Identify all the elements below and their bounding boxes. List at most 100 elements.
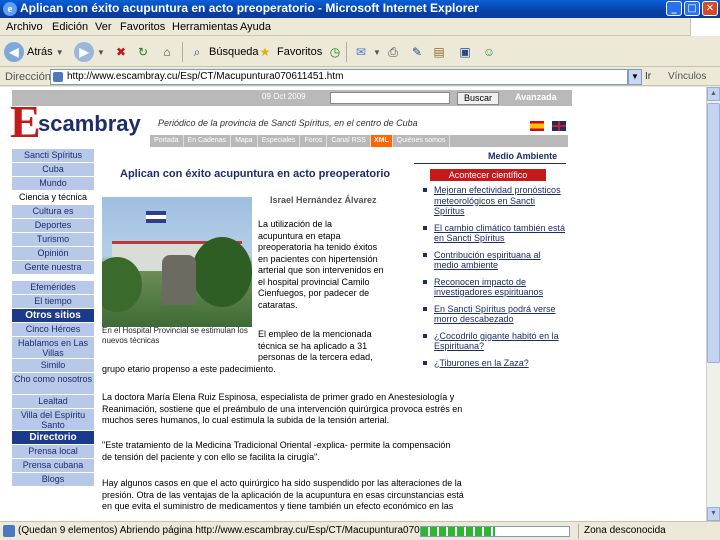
- sidebar-item-hablamos[interactable]: Hablamos en Las Villas: [12, 337, 94, 359]
- menu-archivo[interactable]: Archivo: [6, 21, 43, 33]
- menu-ver[interactable]: Ver: [95, 21, 112, 33]
- sidebar-item-prensa-local[interactable]: Prensa local: [12, 445, 94, 459]
- close-button[interactable]: ✕: [702, 1, 718, 16]
- article-paragraph-2-end: grupo etario propenso a este padecimient…: [102, 364, 276, 374]
- minimize-button[interactable]: _: [666, 1, 682, 16]
- site-logo[interactable]: scambray: [38, 111, 141, 137]
- links-button[interactable]: Vínculos: [668, 71, 706, 82]
- history-icon: ◷: [329, 45, 341, 59]
- scroll-thumb[interactable]: [707, 103, 720, 363]
- related-link[interactable]: Contribución espirituana al medio ambien…: [420, 250, 566, 271]
- related-link[interactable]: ¿Tiburones en la Zaza?: [420, 358, 566, 369]
- forward-dropdown-icon[interactable]: ▼: [97, 48, 105, 57]
- back-arrow-icon: ◀: [4, 42, 24, 62]
- menu-edicion[interactable]: Edición: [52, 21, 88, 33]
- article-author: Israel Hernández Álvarez: [270, 195, 377, 205]
- research-button[interactable]: ▣: [456, 41, 474, 63]
- text-line: La utilización de la: [258, 219, 333, 229]
- article-title: Aplican con éxito acupuntura en acto pre…: [120, 168, 391, 180]
- related-links: Mejoran efectividad pronósticos meteorol…: [420, 185, 566, 374]
- related-link[interactable]: En Sancti Spíritus podrá verse morro des…: [420, 304, 566, 325]
- stop-button[interactable]: ✖: [112, 41, 130, 63]
- sidebar-item-prensa-cubana[interactable]: Prensa cubana: [12, 459, 94, 473]
- menu-herramientas[interactable]: Herramientas: [172, 21, 238, 33]
- nav-portada[interactable]: Portada: [150, 135, 184, 147]
- nav-xml-badge[interactable]: XML: [370, 135, 393, 147]
- edit-button[interactable]: ✎: [408, 41, 426, 63]
- related-link[interactable]: Reconocen impacto de investigadores espi…: [420, 277, 566, 298]
- home-button[interactable]: ⌂: [158, 41, 176, 63]
- english-flag-icon[interactable]: [552, 121, 566, 131]
- go-button[interactable]: Ir: [645, 71, 651, 82]
- sidebar-item-cuba[interactable]: Cuba: [12, 163, 94, 177]
- title-bar: e Aplican con éxito acupuntura en acto p…: [0, 0, 720, 18]
- sidebar-item-similo[interactable]: Similo: [12, 359, 94, 373]
- note-icon: ▤: [433, 45, 445, 59]
- sidebar-item-villa-espiritu-santo[interactable]: Villa del Espíritu Santo: [12, 409, 94, 431]
- photo-flag: [146, 211, 166, 223]
- sidebar-item-sancti-spiritus[interactable]: Sancti Spíritus: [12, 149, 94, 163]
- scroll-down-icon[interactable]: ▼: [707, 507, 720, 521]
- messenger-button[interactable]: ☺: [480, 41, 498, 63]
- site-search-button[interactable]: Buscar: [457, 92, 499, 105]
- sidebar-item-blogs[interactable]: Blogs: [12, 473, 94, 487]
- toolbar: ◀ Atrás ▼ ▶ ▼ ✖ ↻ ⌂ ⌕ Búsqueda ★ Favorit…: [0, 37, 720, 67]
- site-search-input[interactable]: [330, 92, 450, 104]
- menu-ayuda[interactable]: Ayuda: [240, 21, 271, 33]
- address-url[interactable]: http://www.escambray.cu/Esp/CT/Macupuntu…: [67, 71, 343, 82]
- text-line: La doctora María Elena Ruiz Espinosa, es…: [102, 392, 455, 402]
- nav-canal-rss[interactable]: Canal RSS: [327, 135, 371, 147]
- back-button[interactable]: ◀ Atrás ▼: [4, 41, 64, 63]
- related-link[interactable]: El cambio climático también está en Sanc…: [420, 223, 566, 244]
- sidebar-item-lealtad[interactable]: Lealtad: [12, 395, 94, 409]
- section-title[interactable]: Medio Ambiente: [488, 151, 557, 161]
- sidebar-item-turismo[interactable]: Turismo: [12, 233, 94, 247]
- spanish-flag-icon[interactable]: [530, 121, 544, 131]
- text-line: muchos seres humanos, lo cual estimula l…: [102, 415, 390, 425]
- search-button[interactable]: ⌕ Búsqueda: [188, 41, 259, 63]
- print-button[interactable]: ⎙: [384, 41, 402, 63]
- back-dropdown-icon[interactable]: ▼: [56, 48, 64, 57]
- text-line: presión. Otra de las ventajas de la apli…: [102, 489, 464, 500]
- mail-dropdown-icon[interactable]: ▼: [373, 48, 381, 57]
- text-line: el hospital provincial Camilo: [258, 276, 370, 287]
- mail-button[interactable]: ✉ ▼: [352, 41, 381, 63]
- text-line: Reanimación, sostiene que el preámbulo d…: [102, 403, 463, 414]
- nav-en-cadenas[interactable]: En Cadenas: [184, 135, 232, 147]
- sidebar-item-opinion[interactable]: Opinión: [12, 247, 94, 261]
- sidebar-item-cinco-heroes[interactable]: Cinco Héroes: [12, 323, 94, 337]
- section-divider: [414, 163, 566, 164]
- star-icon: ★: [259, 45, 271, 59]
- history-button[interactable]: ◷: [326, 41, 344, 63]
- maximize-button[interactable]: □: [684, 1, 700, 16]
- related-link[interactable]: ¿Cocodrilo gigante habitó en la Espiritu…: [420, 331, 566, 352]
- nav-mapa[interactable]: Mapa: [231, 135, 258, 147]
- favorites-button[interactable]: ★ Favoritos: [256, 41, 323, 63]
- text-line: El empleo de la mencionada: [258, 329, 372, 339]
- site-logo-initial[interactable]: E: [10, 99, 41, 145]
- sidebar-item-cultura[interactable]: Cultura es: [12, 205, 94, 219]
- related-link[interactable]: Mejoran efectividad pronósticos meteorol…: [420, 185, 566, 217]
- discuss-button[interactable]: ▤: [430, 41, 448, 63]
- forward-button[interactable]: ▶ ▼: [74, 41, 105, 63]
- sidebar-header-otros-sitios: Otros sitios: [12, 309, 94, 323]
- sidebar-item-ciencia-tecnica[interactable]: Ciencia y técnica: [12, 191, 94, 205]
- vertical-scrollbar[interactable]: ▲ ▼: [706, 87, 720, 521]
- sidebar-item-gente-nuestra[interactable]: Gente nuestra: [12, 261, 94, 275]
- sidebar-item-efemerides[interactable]: Efemérides: [12, 281, 94, 295]
- nav-especiales[interactable]: Especiales: [258, 135, 301, 147]
- menu-favoritos[interactable]: Favoritos: [120, 21, 165, 33]
- address-input[interactable]: http://www.escambray.cu/Esp/CT/Macupuntu…: [50, 69, 628, 85]
- scroll-up-icon[interactable]: ▲: [707, 87, 720, 101]
- sidebar-item-deportes[interactable]: Deportes: [12, 219, 94, 233]
- advanced-search-link[interactable]: Avanzada: [515, 92, 557, 102]
- address-bar: Dirección http://www.escambray.cu/Esp/CT…: [0, 68, 720, 86]
- sidebar-item-cho-como-nosotros[interactable]: Cho como nosotros: [12, 373, 94, 395]
- refresh-button[interactable]: ↻: [134, 41, 152, 63]
- nav-foros[interactable]: Foros: [300, 135, 328, 147]
- sidebar-item-el-tiempo[interactable]: El tiempo: [12, 295, 94, 309]
- toolbar-divider: [346, 42, 347, 62]
- sidebar-item-mundo[interactable]: Mundo: [12, 177, 94, 191]
- nav-quienes-somos[interactable]: Quiénes somos: [393, 135, 451, 147]
- address-dropdown-icon[interactable]: ▼: [628, 69, 642, 85]
